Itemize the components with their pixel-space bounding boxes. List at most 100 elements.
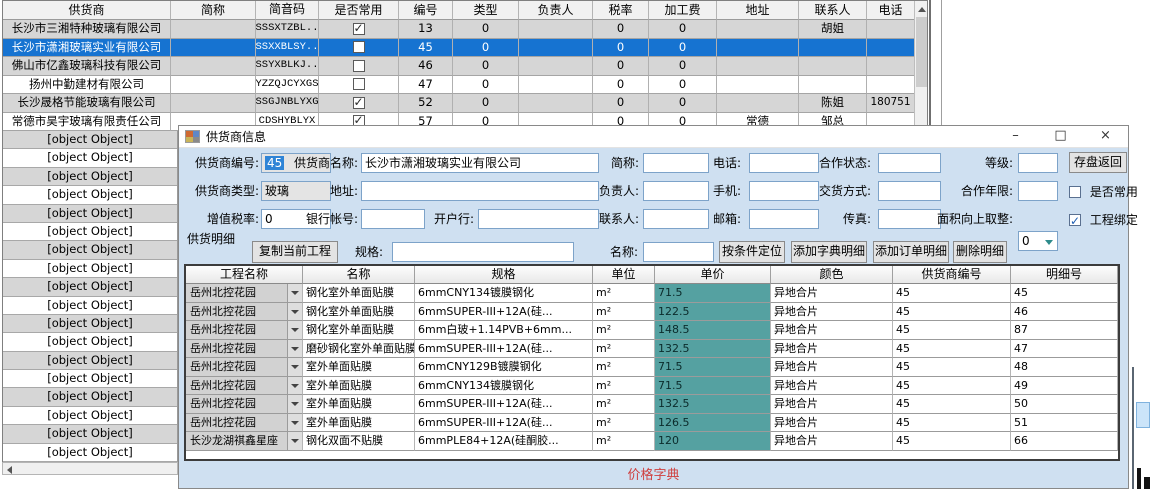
- project-bind-checkbox-row[interactable]: 工程绑定: [1069, 209, 1150, 229]
- col-header-tax[interactable]: 税率: [593, 1, 649, 20]
- company-list-item[interactable]: [object Object]: [3, 407, 177, 425]
- chevron-down-icon[interactable]: [1045, 240, 1053, 245]
- chevron-down-icon[interactable]: [287, 414, 302, 432]
- chevron-down-icon[interactable]: [287, 340, 302, 358]
- company-list-item[interactable]: [object Object]: [3, 315, 177, 333]
- project-bind-checkbox[interactable]: [1069, 214, 1081, 226]
- address-field[interactable]: [361, 181, 599, 201]
- add-dict-detail-button[interactable]: 添加字典明细: [791, 241, 867, 263]
- project-combo-cell[interactable]: 岳州北控花园: [186, 321, 303, 340]
- company-list-item[interactable]: [object Object]: [3, 333, 177, 351]
- col-header-fee[interactable]: 加工费: [649, 1, 717, 20]
- detail-grid-row[interactable]: 岳州北控花园 钢化室外单面贴膜 6mm白玻+1.14PVB+6mm... m² …: [186, 321, 1118, 340]
- spec-filter-field[interactable]: [392, 242, 574, 262]
- company-list-item[interactable]: [object Object]: [3, 131, 177, 149]
- company-list-item[interactable]: [object Object]: [3, 370, 177, 388]
- detail-grid-row[interactable]: 岳州北控花园 室外单面贴膜 6mmCNY129B镀膜钢化 m² 71.5 异地合…: [186, 358, 1118, 377]
- chevron-down-icon[interactable]: [287, 284, 302, 302]
- supplier-row[interactable]: 长沙晟格节能玻璃有限公司 CSSGJNBLYXGS 52 0 0 0 陈姐 18…: [3, 94, 927, 113]
- copy-project-button[interactable]: 复制当前工程: [252, 241, 338, 263]
- common-checkbox[interactable]: [1069, 186, 1081, 198]
- company-list-item[interactable]: [object Object]: [3, 352, 177, 370]
- project-combo-cell[interactable]: 岳州北控花园: [186, 358, 303, 377]
- scroll-left-icon[interactable]: [7, 466, 12, 474]
- company-list-item[interactable]: [object Object]: [3, 241, 177, 259]
- col-header-unit[interactable]: 单位: [593, 266, 655, 284]
- background-scrollbar-thumb[interactable]: [1136, 402, 1150, 428]
- checkbox-icon[interactable]: [353, 78, 365, 90]
- name-filter-field[interactable]: [643, 242, 714, 262]
- coop-years-field[interactable]: [1018, 181, 1058, 201]
- project-combo-cell[interactable]: 岳州北控花园: [186, 395, 303, 414]
- checkbox-icon[interactable]: [353, 97, 365, 109]
- detail-grid-row[interactable]: 岳州北控花园 钢化室外单面贴膜 6mmSUPER-III+12A(硅... m²…: [186, 303, 1118, 322]
- col-header-type[interactable]: 类型: [453, 1, 519, 20]
- company-list-item[interactable]: [object Object]: [3, 186, 177, 204]
- chevron-down-icon[interactable]: [287, 321, 302, 339]
- col-header-price[interactable]: 单价: [655, 266, 771, 284]
- coop-status-field[interactable]: [878, 153, 941, 173]
- col-header-address[interactable]: 地址: [717, 1, 799, 20]
- col-header-phone[interactable]: 电话: [867, 1, 915, 20]
- project-combo-cell[interactable]: 长沙龙湖祺鑫星座: [186, 432, 303, 451]
- col-header-pinyin-code[interactable]: 简音码: [256, 1, 319, 20]
- checkbox-icon[interactable]: [353, 23, 365, 35]
- supplier-row[interactable]: 长沙市潇湘玻璃实业有限公司 CSSXXBLSY... 45 0 0 0: [3, 39, 927, 58]
- checkbox-icon[interactable]: [353, 41, 365, 53]
- minimize-button[interactable]: –: [993, 126, 1038, 148]
- grade-field[interactable]: [1018, 153, 1058, 173]
- company-list-item[interactable]: [object Object]: [3, 223, 177, 241]
- project-combo-cell[interactable]: 岳州北控花园: [186, 414, 303, 433]
- chevron-down-icon[interactable]: [287, 358, 302, 376]
- col-header-name[interactable]: 名称: [303, 266, 415, 284]
- dialog-titlebar[interactable]: 供货商信息 – □ ×: [179, 126, 1128, 148]
- bank-account-field[interactable]: [361, 209, 425, 229]
- round-up-combo[interactable]: 0: [1018, 231, 1058, 251]
- project-combo-cell[interactable]: 岳州北控花园: [186, 303, 303, 322]
- detail-grid-row[interactable]: 长沙龙湖祺鑫星座 钢化双面不贴膜 6mmPLE84+12A(硅酮胶... m² …: [186, 432, 1118, 451]
- detail-grid-row[interactable]: 岳州北控花园 磨砂钢化室外单面贴膜 6mmSUPER-III+12A(硅... …: [186, 340, 1118, 359]
- company-list-item[interactable]: [object Object]: [3, 388, 177, 406]
- chevron-down-icon[interactable]: [287, 303, 302, 321]
- detail-grid-row[interactable]: 岳州北控花园 室外单面贴膜 6mmCNY134镀膜钢化 m² 71.5 异地合片…: [186, 377, 1118, 396]
- vertical-scrollbar[interactable]: [914, 1, 927, 130]
- new-row-placeholder[interactable]: [186, 451, 1118, 459]
- supplier-name-field[interactable]: 长沙市潇湘玻璃实业有限公司: [361, 153, 599, 173]
- company-list-item[interactable]: [object Object]: [3, 444, 177, 462]
- project-combo-cell[interactable]: 岳州北控花园: [186, 284, 303, 303]
- detail-grid-row[interactable]: 岳州北控花园 室外单面贴膜 6mmSUPER-III+12A(硅... m² 1…: [186, 395, 1118, 414]
- supplier-row[interactable]: 扬州中勤建材有限公司 YZZQJCYXGS 47 0 0 0: [3, 76, 927, 95]
- maximize-button[interactable]: □: [1038, 126, 1083, 148]
- delete-detail-button[interactable]: 删除明细: [953, 241, 1007, 263]
- chevron-down-icon[interactable]: [287, 432, 302, 450]
- detail-grid-row[interactable]: 岳州北控花园 室外单面贴膜 6mmSUPER-III+12A(硅... m² 1…: [186, 414, 1118, 433]
- locate-button[interactable]: 按条件定位: [719, 241, 785, 263]
- company-list-item[interactable]: [object Object]: [3, 425, 177, 443]
- company-list-item[interactable]: [object Object]: [3, 168, 177, 186]
- col-header-detail-no[interactable]: 明细号: [1011, 266, 1118, 284]
- company-list-item[interactable]: [object Object]: [3, 205, 177, 223]
- col-header-abbr[interactable]: 简称: [171, 1, 256, 20]
- col-header-spec[interactable]: 规格: [415, 266, 593, 284]
- horizontal-scrollbar[interactable]: [2, 462, 178, 475]
- chevron-down-icon[interactable]: [287, 377, 302, 395]
- scroll-up-icon[interactable]: [918, 7, 926, 12]
- col-header-project[interactable]: 工程名称: [186, 266, 303, 284]
- company-list-item[interactable]: [object Object]: [3, 149, 177, 167]
- col-header-supplier-no[interactable]: 供货商编号: [893, 266, 1011, 284]
- supplier-row[interactable]: 长沙市三湘特种玻璃有限公司 CSSSXTZBL... 13 0 0 0 胡姐: [3, 20, 927, 39]
- chevron-down-icon[interactable]: [287, 395, 302, 413]
- scrollbar-thumb[interactable]: [916, 17, 927, 87]
- add-order-detail-button[interactable]: 添加订单明细: [873, 241, 949, 263]
- company-list-item[interactable]: [object Object]: [3, 278, 177, 296]
- project-combo-cell[interactable]: 岳州北控花园: [186, 377, 303, 396]
- supplier-row[interactable]: 佛山市亿鑫玻璃科技有限公司 FSSYXBLKJ... 46 0 0 0: [3, 57, 927, 76]
- col-header-supplier[interactable]: 供货商: [3, 1, 171, 20]
- col-header-color[interactable]: 颜色: [771, 266, 893, 284]
- company-list-item[interactable]: [object Object]: [3, 260, 177, 278]
- checkbox-icon[interactable]: [353, 60, 365, 72]
- close-button[interactable]: ×: [1083, 126, 1128, 148]
- col-header-common[interactable]: 是否常用: [319, 1, 399, 20]
- detail-grid-row[interactable]: 岳州北控花园 钢化室外单面贴膜 6mmCNY134镀膜钢化 m² 71.5 异地…: [186, 284, 1118, 303]
- common-checkbox-row[interactable]: 是否常用: [1069, 181, 1150, 201]
